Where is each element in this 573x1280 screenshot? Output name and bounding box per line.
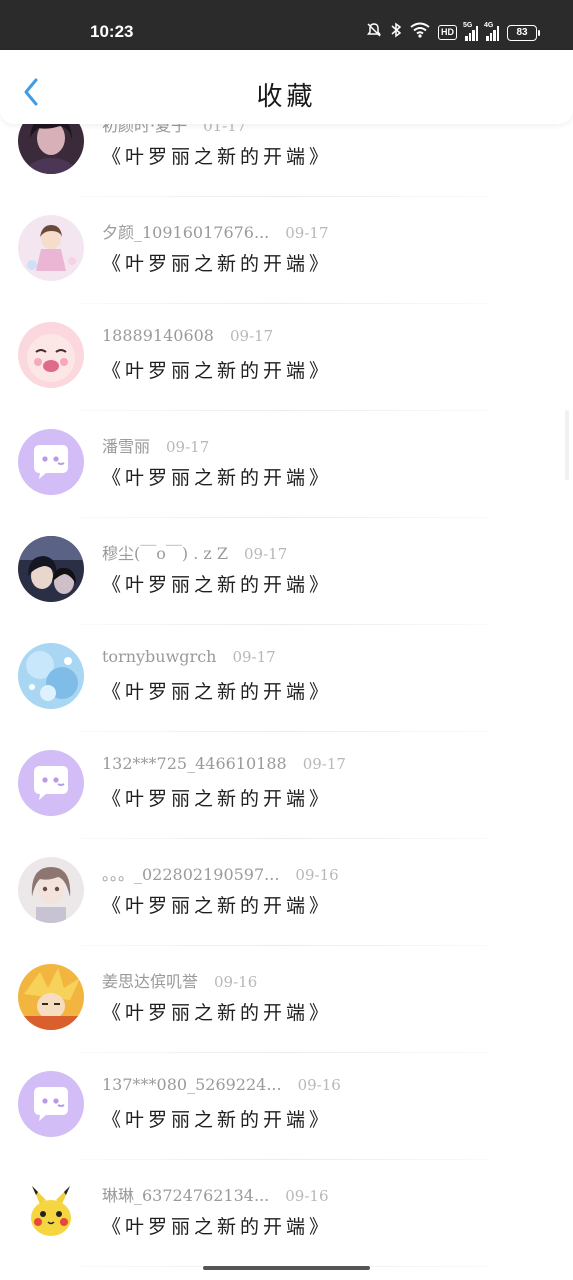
favorite-list-item[interactable]: 琳琳_63724762134... 09-16 《叶罗丽之新的开端》 (0, 1160, 573, 1267)
item-message: 《叶罗丽之新的开端》 (102, 253, 333, 275)
signal-4g-icon: 4G (484, 22, 499, 41)
favorite-list-item[interactable]: 姜思达傧叽誉 09-16 《叶罗丽之新的开端》 (0, 946, 573, 1053)
user-name: 137***080_5269224... (102, 1075, 282, 1094)
favorite-list-item[interactable]: 穆尘(￣o￣) . z Z 09-17 《叶罗丽之新的开端》 (0, 518, 573, 625)
favorites-list[interactable]: 初颜时·夏子 01-17 《叶罗丽之新的开端》 夕颜_10916017676... 09… (0, 90, 573, 1267)
item-message: 《叶罗丽之新的开端》 (102, 895, 333, 917)
favorite-list-item[interactable]: 18889140608 09-17 《叶罗丽之新的开端》 (0, 304, 573, 411)
item-meta: 。。。_022802190597... 09-16 (102, 861, 339, 885)
favorite-list-item[interactable]: 夕颜_10916017676... 09-17 《叶罗丽之新的开端》 (0, 197, 573, 304)
item-date: 09-16 (297, 1076, 341, 1094)
item-message: 《叶罗丽之新的开端》 (102, 574, 333, 596)
item-meta: tornybuwgrch 09-17 (102, 647, 276, 666)
item-meta: 137***080_5269224... 09-16 (102, 1075, 341, 1094)
item-meta: 18889140608 09-17 (102, 326, 273, 345)
item-message: 《叶罗丽之新的开端》 (102, 1109, 333, 1131)
item-date: 09-17 (166, 438, 210, 456)
avatar[interactable] (18, 857, 84, 923)
scrollbar[interactable] (565, 410, 569, 480)
user-name: 姜思达傧叽誉 (102, 972, 199, 991)
item-date: 09-17 (244, 545, 288, 563)
avatar[interactable] (18, 429, 84, 495)
favorite-list-item[interactable]: 132***725_446610188 09-17 《叶罗丽之新的开端》 (0, 732, 573, 839)
navigation-bar: 收藏 (0, 50, 573, 124)
user-name: 夕颜_10916017676... (102, 223, 270, 242)
status-icons: HD 5G 4G 83 (366, 22, 540, 43)
bluetooth-icon (390, 22, 402, 43)
favorite-list-item[interactable]: tornybuwgrch 09-17 《叶罗丽之新的开端》 (0, 625, 573, 732)
item-message: 《叶罗丽之新的开端》 (102, 788, 333, 810)
item-meta: 132***725_446610188 09-17 (102, 754, 346, 773)
avatar[interactable] (18, 750, 84, 816)
item-message: 《叶罗丽之新的开端》 (102, 146, 333, 168)
home-indicator[interactable] (203, 1266, 370, 1270)
item-meta: 琳琳_63724762134... 09-16 (102, 1182, 329, 1206)
hd-voice-icon: HD (438, 25, 457, 40)
avatar[interactable] (18, 322, 84, 388)
avatar[interactable] (18, 536, 84, 602)
wifi-icon (410, 22, 430, 43)
favorite-list-item[interactable]: 137***080_5269224... 09-16 《叶罗丽之新的开端》 (0, 1053, 573, 1160)
user-name: 穆尘(￣o￣) . z Z (102, 544, 229, 563)
user-name: 琳琳_63724762134... (102, 1186, 270, 1205)
item-date: 09-17 (285, 224, 329, 242)
item-message: 《叶罗丽之新的开端》 (102, 681, 333, 703)
page-title: 收藏 (256, 82, 317, 112)
item-meta: 姜思达傧叽誉 09-16 (102, 968, 257, 992)
avatar[interactable] (18, 215, 84, 281)
item-message: 《叶罗丽之新的开端》 (102, 1216, 333, 1238)
favorite-list-item[interactable]: 。。。_022802190597... 09-16 《叶罗丽之新的开端》 (0, 839, 573, 946)
user-name: 潘雪丽 (102, 437, 151, 456)
status-time: 10:23 (90, 22, 134, 41)
item-meta: 夕颜_10916017676... 09-17 (102, 219, 329, 243)
item-meta: 穆尘(￣o￣) . z Z 09-17 (102, 540, 287, 564)
user-name: tornybuwgrch (102, 647, 217, 666)
user-name: 。。。_022802190597... (102, 865, 280, 884)
mute-bell-icon (366, 22, 382, 43)
item-message: 《叶罗丽之新的开端》 (102, 360, 333, 382)
item-date: 09-16 (214, 973, 258, 991)
user-name: 132***725_446610188 (102, 754, 287, 773)
avatar[interactable] (18, 1071, 84, 1137)
avatar[interactable] (18, 964, 84, 1030)
item-date: 09-17 (229, 327, 274, 345)
favorite-list-item[interactable]: 潘雪丽 09-17 《叶罗丽之新的开端》 (0, 411, 573, 518)
item-message: 《叶罗丽之新的开端》 (102, 1002, 333, 1024)
item-date: 09-16 (285, 1187, 329, 1205)
item-date: 09-17 (232, 648, 276, 666)
status-bar: 10:23 HD 5G 4G 83 (0, 0, 573, 50)
avatar[interactable] (18, 1178, 84, 1244)
signal-5g-icon: 5G (463, 22, 478, 41)
item-date: 09-16 (295, 866, 339, 884)
item-message: 《叶罗丽之新的开端》 (102, 467, 333, 489)
avatar[interactable] (18, 643, 84, 709)
item-meta: 潘雪丽 09-17 (102, 433, 209, 457)
item-date: 09-17 (302, 755, 346, 773)
battery-icon: 83 (507, 24, 540, 41)
user-name: 18889140608 (102, 326, 214, 345)
